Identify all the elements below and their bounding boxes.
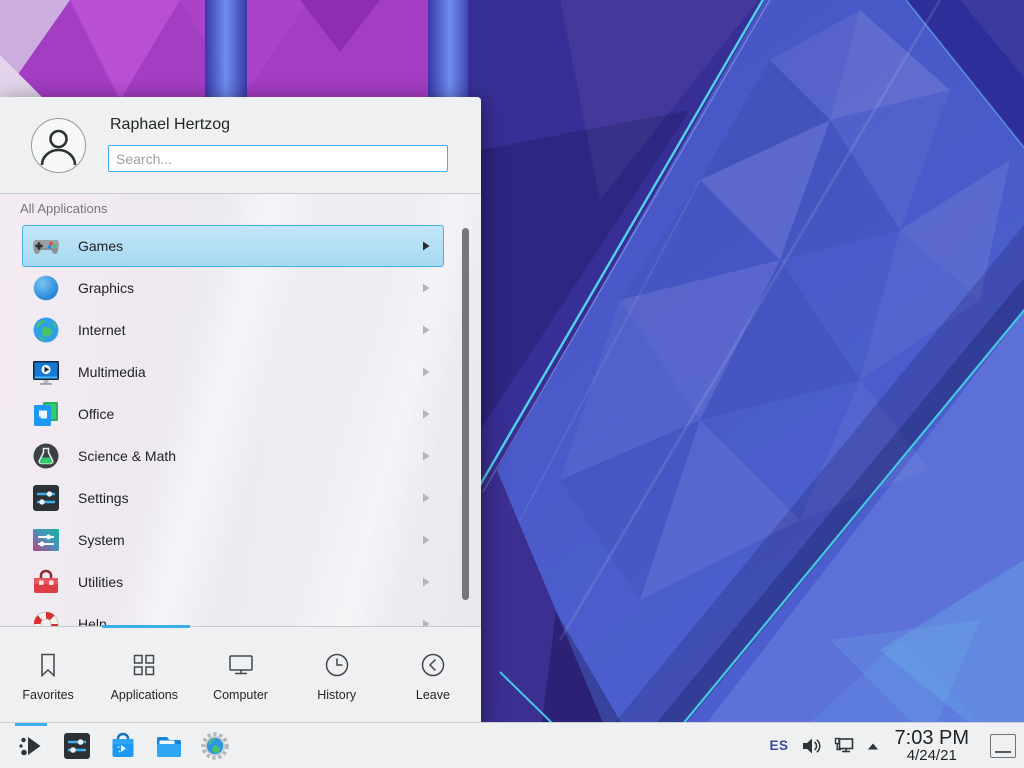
settings-sliders-icon bbox=[61, 730, 93, 762]
search-input[interactable] bbox=[108, 145, 448, 172]
category-item-help[interactable]: Help bbox=[22, 603, 444, 627]
gamepad-icon bbox=[30, 230, 62, 262]
documents-icon bbox=[30, 398, 62, 430]
network-icon[interactable] bbox=[833, 735, 855, 757]
globe-gear-icon bbox=[199, 730, 231, 762]
category-label: Graphics bbox=[78, 280, 134, 296]
keyboard-layout-indicator[interactable]: ES bbox=[770, 738, 789, 753]
discover-button[interactable] bbox=[106, 729, 140, 763]
category-item-office[interactable]: Office bbox=[22, 393, 444, 435]
clock-icon bbox=[322, 650, 352, 680]
monitor-play-icon bbox=[30, 356, 62, 388]
software-bag-icon bbox=[107, 730, 139, 762]
submenu-arrow-icon bbox=[422, 409, 430, 419]
user-avatar-icon bbox=[31, 118, 86, 173]
submenu-arrow-icon bbox=[422, 493, 430, 503]
tab-history[interactable]: History bbox=[289, 627, 385, 722]
submenu-arrow-icon bbox=[422, 367, 430, 377]
sliders-icon bbox=[30, 482, 62, 514]
digital-clock[interactable]: 7:03 PM 4/24/21 bbox=[895, 728, 969, 764]
submenu-arrow-icon bbox=[422, 451, 430, 461]
show-desktop-button[interactable] bbox=[990, 734, 1016, 758]
user-name: Raphael Hertzog bbox=[110, 116, 230, 134]
submenu-arrow-icon bbox=[422, 241, 430, 251]
category-label: Settings bbox=[78, 490, 129, 506]
taskbar: ES bbox=[0, 722, 1024, 768]
flask-icon bbox=[30, 440, 62, 472]
desktop: Raphael Hertzog All Applications bbox=[0, 0, 1024, 768]
application-launcher-button[interactable] bbox=[14, 729, 48, 763]
leave-icon bbox=[418, 650, 448, 680]
category-label: Multimedia bbox=[78, 364, 146, 380]
section-label: All Applications bbox=[20, 201, 107, 216]
launcher-tab-bar: Favorites Applications bbox=[0, 626, 481, 722]
category-item-science-math[interactable]: Science & Math bbox=[22, 435, 444, 477]
application-launcher-menu: Raphael Hertzog All Applications bbox=[0, 97, 481, 722]
category-item-internet[interactable]: Internet bbox=[22, 309, 444, 351]
submenu-arrow-icon bbox=[422, 577, 430, 587]
category-item-system[interactable]: System bbox=[22, 519, 444, 561]
submenu-arrow-icon bbox=[422, 325, 430, 335]
grid-icon bbox=[129, 650, 159, 680]
tab-leave[interactable]: Leave bbox=[385, 627, 481, 722]
category-label: Science & Math bbox=[78, 448, 176, 464]
tab-favorites[interactable]: Favorites bbox=[0, 627, 96, 722]
file-manager-button[interactable] bbox=[152, 729, 186, 763]
computer-icon bbox=[226, 650, 256, 680]
paint-sphere-icon bbox=[30, 272, 62, 304]
kickoff-icon bbox=[15, 730, 47, 762]
expand-tray-icon[interactable] bbox=[866, 740, 880, 752]
clock-time: 7:03 PM bbox=[895, 728, 969, 748]
toolbox-icon bbox=[30, 566, 62, 598]
volume-icon[interactable] bbox=[800, 735, 822, 757]
category-label: Games bbox=[78, 238, 123, 254]
system-settings-button[interactable] bbox=[60, 729, 94, 763]
category-item-multimedia[interactable]: Multimedia bbox=[22, 351, 444, 393]
tab-applications[interactable]: Applications bbox=[96, 627, 192, 722]
submenu-arrow-icon bbox=[422, 283, 430, 293]
category-label: Office bbox=[78, 406, 114, 422]
web-browser-button[interactable] bbox=[198, 729, 232, 763]
clock-date: 4/24/21 bbox=[895, 748, 969, 763]
submenu-arrow-icon bbox=[422, 535, 430, 545]
active-tab-indicator bbox=[102, 625, 190, 628]
category-item-utilities[interactable]: Utilities bbox=[22, 561, 444, 603]
bookmark-icon bbox=[33, 650, 63, 680]
globe-icon bbox=[30, 314, 62, 346]
folder-icon bbox=[153, 730, 185, 762]
lifebuoy-icon bbox=[30, 608, 62, 627]
launcher-category-panel: All Applications Ga bbox=[0, 194, 481, 627]
system-tray: ES bbox=[770, 728, 1017, 764]
category-item-settings[interactable]: Settings bbox=[22, 477, 444, 519]
category-label: System bbox=[78, 532, 125, 548]
scrollbar-handle[interactable] bbox=[462, 228, 469, 600]
tab-computer[interactable]: Computer bbox=[192, 627, 288, 722]
category-label: Internet bbox=[78, 322, 125, 338]
system-sliders-icon bbox=[30, 524, 62, 556]
category-item-graphics[interactable]: Graphics bbox=[22, 267, 444, 309]
category-label: Utilities bbox=[78, 574, 123, 590]
launcher-header: Raphael Hertzog bbox=[0, 97, 481, 194]
category-list: Games Graphics bbox=[0, 225, 481, 627]
category-item-games[interactable]: Games bbox=[22, 225, 444, 267]
